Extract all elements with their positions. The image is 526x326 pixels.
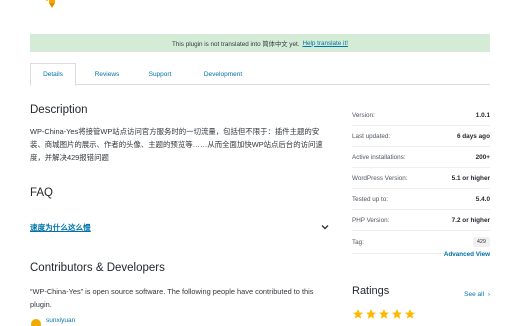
star-icon	[353, 309, 363, 319]
star-icon	[405, 309, 415, 319]
chevron-down-icon[interactable]	[320, 222, 330, 232]
meta-value: 1.0.1	[475, 111, 490, 119]
faq-item[interactable]: 速度为什么这么慢	[30, 215, 330, 239]
meta-row-version: Version: 1.0.1	[352, 105, 490, 126]
meta-row-tested-up-to: Tested up to: 5.4.0	[352, 189, 490, 210]
meta-label: Active installations:	[352, 153, 406, 161]
star-icon	[366, 309, 376, 319]
tag-chip[interactable]: 429	[472, 237, 490, 247]
advanced-view-link[interactable]: Advanced View	[352, 251, 490, 258]
see-all-label[interactable]: See all	[464, 291, 484, 298]
contributor-name-link[interactable]: sunxiyuan	[46, 317, 75, 326]
notice-text: This plugin is not translated into 简体中文 …	[172, 40, 300, 48]
tab-support[interactable]: Support	[138, 63, 182, 85]
tab-reviews[interactable]: Reviews	[76, 63, 138, 85]
contributor-avatar	[31, 319, 41, 326]
see-all-link[interactable]: See all ›	[430, 291, 490, 298]
meta-row-php-version: PHP Version: 7.2 or higher	[352, 210, 490, 231]
meta-label: PHP Version:	[352, 216, 390, 224]
meta-value: 5.4.0	[475, 195, 490, 203]
meta-value: 7.2 or higher	[451, 216, 490, 224]
plugin-meta: Version: 1.0.1 Last updated: 6 days ago …	[352, 105, 490, 254]
plugin-tabs: Details Reviews Support Development	[30, 63, 490, 86]
meta-row-wp-version: WordPress Version: 5.1 or higher	[352, 168, 490, 189]
meta-label: WordPress Version:	[352, 174, 408, 182]
contributors-body: “WP-China-Yes” is open source software. …	[30, 287, 314, 309]
star-icon	[392, 309, 402, 319]
meta-label: Version:	[352, 111, 375, 119]
faq-question[interactable]: 速度为什么这么慢	[30, 222, 91, 233]
translation-notice: This plugin is not translated into 简体中文 …	[30, 34, 490, 52]
ratings-heading: Ratings	[352, 285, 390, 297]
star-icon	[379, 309, 389, 319]
meta-label: Last updated:	[352, 132, 391, 140]
meta-value: 5.1 or higher	[451, 174, 490, 182]
tab-details[interactable]: Details	[30, 63, 76, 86]
faq-heading: FAQ	[30, 187, 54, 199]
top-strip	[0, 0, 526, 12]
meta-value: 6 days ago	[456, 132, 490, 140]
contributors-heading: Contributors & Developers	[30, 262, 165, 274]
meta-value: 200+	[475, 153, 490, 161]
meta-label: Tag:	[352, 238, 364, 246]
meta-label: Tested up to:	[352, 195, 389, 203]
rating-stars	[352, 308, 416, 320]
description-heading: Description	[30, 104, 88, 116]
description-body: WP-China-Yes将接管WP站点访问官方服务时的一切流量，包括但不限于：插…	[30, 127, 323, 162]
meta-row-active-installs: Active installations: 200+	[352, 147, 490, 168]
meta-row-last-updated: Last updated: 6 days ago	[352, 126, 490, 147]
plugin-icon	[46, 0, 55, 8]
chevron-right-icon: ›	[487, 291, 490, 298]
tab-development[interactable]: Development	[182, 63, 264, 85]
help-translate-link[interactable]: Help translate it!	[302, 40, 348, 47]
